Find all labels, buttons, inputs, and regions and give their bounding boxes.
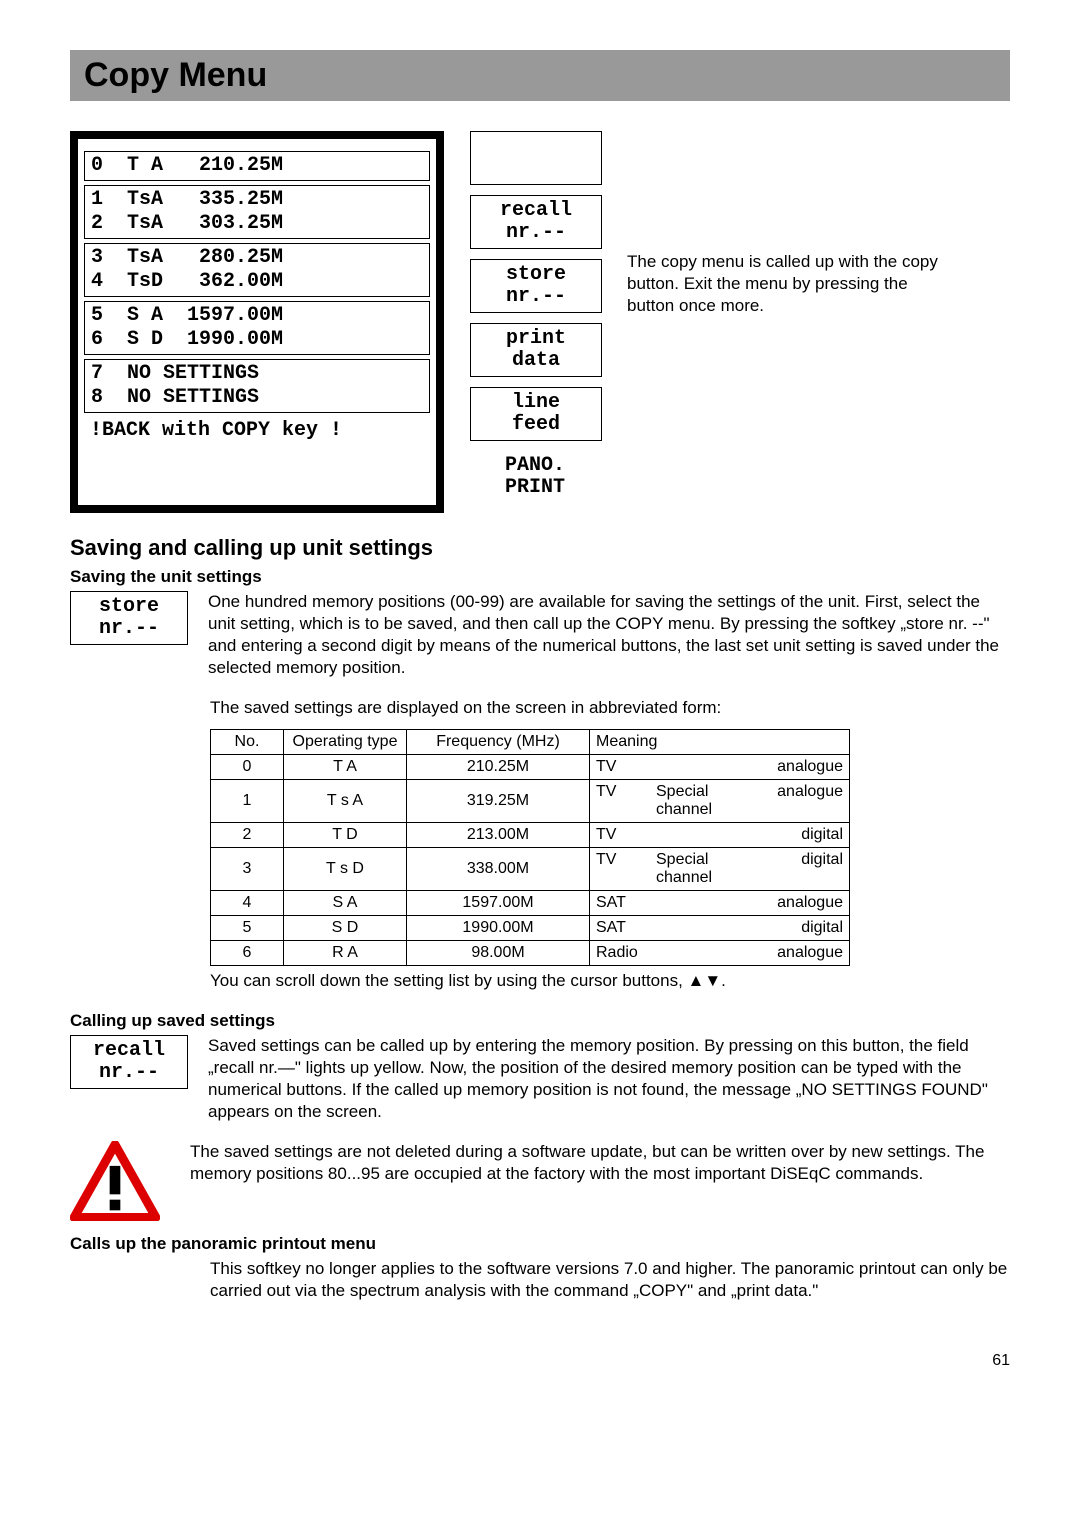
recall-nr-box: recall nr.-- <box>70 1035 188 1089</box>
table-row: 6R A98.00MRadioanalogue <box>211 941 850 966</box>
page-title: Copy Menu <box>70 50 1010 101</box>
lcd-group-3: 5 S A 1597.00M6 S D 1990.00M <box>84 301 430 355</box>
side-note: The copy menu is called up with the copy… <box>627 131 957 513</box>
softkey-print-data[interactable]: printdata <box>470 323 602 377</box>
softkey-pano-print[interactable]: PANO.PRINT <box>470 451 600 503</box>
softkey-blank <box>470 131 602 185</box>
table-row: 4S A1597.00MSATanalogue <box>211 891 850 916</box>
lcd-display: 0 T A 210.25M 1 TsA 335.25M2 TsA 303.25M… <box>70 131 444 513</box>
lcd-bottom-line: !BACK with COPY key ! <box>84 417 430 445</box>
lcd-group-0: 0 T A 210.25M <box>84 151 430 181</box>
th-op: Operating type <box>284 730 407 755</box>
warning-icon <box>70 1141 170 1226</box>
softkey-column: recallnr.-- storenr.-- printdata linefee… <box>470 131 602 513</box>
pano-printout-label: Calls up the panoramic printout menu <box>70 1234 1010 1254</box>
scroll-note: You can scroll down the setting list by … <box>210 970 1010 992</box>
softkey-line-feed[interactable]: linefeed <box>470 387 602 441</box>
screen-area: 0 T A 210.25M 1 TsA 335.25M2 TsA 303.25M… <box>70 131 1010 513</box>
subheading-saving-calling: Saving and calling up unit settings <box>70 535 1010 561</box>
lcd-group-2: 3 TsA 280.25M4 TsD 362.00M <box>84 243 430 297</box>
calling-up-label: Calling up saved settings <box>70 1011 1010 1031</box>
table-row: 2T D213.00MTVdigital <box>211 823 850 848</box>
th-meaning: Meaning <box>590 730 850 755</box>
th-no: No. <box>211 730 284 755</box>
lcd-group-1: 1 TsA 335.25M2 TsA 303.25M <box>84 185 430 239</box>
table-row: 0T A210.25MTVanalogue <box>211 755 850 780</box>
warning-text: The saved settings are not deleted durin… <box>190 1141 1010 1216</box>
table-row: 5S D1990.00MSATdigital <box>211 916 850 941</box>
th-freq: Frequency (MHz) <box>407 730 590 755</box>
saving-settings-label: Saving the unit settings <box>70 567 1010 587</box>
page-number: 61 <box>70 1352 1010 1370</box>
pano-text: This softkey no longer applies to the so… <box>210 1258 1010 1302</box>
saving-text: One hundred memory positions (00-99) are… <box>208 591 1010 679</box>
calling-text: Saved settings can be called up by enter… <box>208 1035 1010 1123</box>
table-row: 1T s A319.25MTVSpecial channelanalogue <box>211 780 850 823</box>
table-row: 3T s D338.00MTVSpecial channeldigital <box>211 848 850 891</box>
softkey-recall[interactable]: recallnr.-- <box>470 195 602 249</box>
store-nr-box: store nr.-- <box>70 591 188 645</box>
saved-displayed-text: The saved settings are displayed on the … <box>210 697 1010 719</box>
lcd-group-4: 7 NO SETTINGS8 NO SETTINGS <box>84 359 430 413</box>
softkey-store[interactable]: storenr.-- <box>470 259 602 313</box>
settings-table: No. Operating type Frequency (MHz) Meani… <box>210 729 850 966</box>
